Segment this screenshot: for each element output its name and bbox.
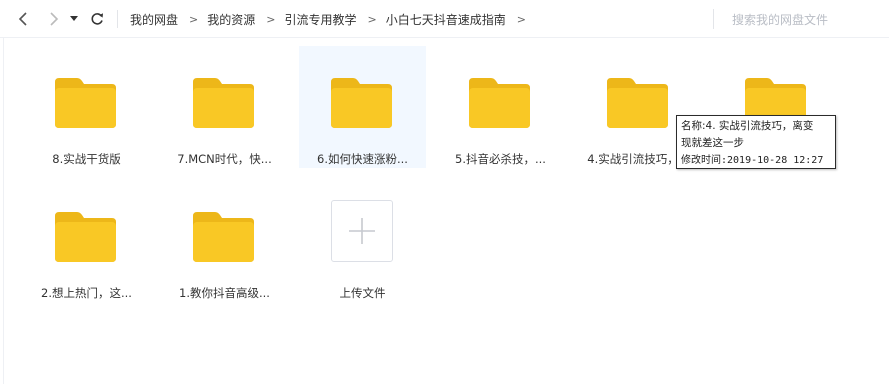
back-button[interactable]	[14, 9, 32, 29]
folder-label: 5.抖音必杀技，...	[455, 152, 546, 166]
folder-icon	[55, 212, 116, 262]
folder-item[interactable]: 7.MCN时代，快...	[161, 46, 288, 168]
breadcrumb-item-current-folder[interactable]: 小白七天抖音速成指南	[386, 11, 506, 28]
folder-item[interactable]: 2.想上热门，这...	[23, 180, 150, 302]
folder-icon	[55, 78, 116, 128]
folder-label: 1.教你抖音高级...	[179, 286, 270, 300]
folder-label: 8.实战干货版	[52, 152, 121, 166]
tooltip-modified-time: 修改时间:2019-10-28 12:27	[681, 155, 824, 166]
refresh-button[interactable]	[88, 9, 106, 29]
upload-label: 上传文件	[339, 286, 386, 300]
folder-label: 2.想上热门，这...	[41, 286, 132, 300]
chevron-right-icon	[50, 12, 59, 26]
folder-item[interactable]: 6.如何快速涨粉...	[299, 46, 426, 168]
upload-button[interactable]	[331, 200, 393, 262]
breadcrumb: 我的网盘 > 我的资源 > 引流专用教学 > 小白七天抖音速成指南 >	[130, 0, 535, 38]
tooltip-name: 名称:4. 实战引流技巧，离变	[681, 120, 814, 132]
chevron-left-icon	[18, 12, 27, 26]
file-info-tooltip: 名称:4. 实战引流技巧，离变 现就差这一步 修改时间:2019-10-28 1…	[676, 115, 836, 169]
breadcrumb-separator: >	[266, 12, 276, 26]
upload-file-tile[interactable]: 上传文件	[299, 180, 426, 302]
search-box	[713, 9, 883, 30]
caret-down-icon	[70, 16, 78, 21]
forward-button[interactable]	[45, 9, 63, 29]
file-grid: 8.实战干货版 7.MCN时代，快... 6.如何快速涨粉... 5.抖音必杀技…	[0, 38, 889, 384]
folder-label: 7.MCN时代，快...	[177, 152, 272, 166]
folder-icon	[193, 78, 254, 128]
breadcrumb-item-traffic-tutorial[interactable]: 引流专用教学	[284, 11, 356, 28]
breadcrumb-item-my-disk[interactable]: 我的网盘	[130, 11, 178, 28]
toolbar: 我的网盘 > 我的资源 > 引流专用教学 > 小白七天抖音速成指南 >	[0, 0, 889, 38]
plus-icon	[349, 218, 375, 244]
folder-icon	[469, 78, 530, 128]
folder-icon	[331, 78, 392, 128]
folder-item[interactable]: 1.教你抖音高级...	[161, 180, 288, 302]
refresh-icon	[91, 13, 103, 25]
tooltip-name-continued: 现就差这一步	[681, 137, 744, 149]
file-browser-window: 我的网盘 > 我的资源 > 引流专用教学 > 小白七天抖音速成指南 > 8.实战…	[0, 0, 889, 384]
history-dropdown-button[interactable]	[68, 9, 80, 29]
breadcrumb-separator: >	[516, 12, 526, 26]
breadcrumb-separator: >	[189, 12, 199, 26]
folder-item[interactable]: 8.实战干货版	[23, 46, 150, 168]
folder-label: 6.如何快速涨粉...	[317, 152, 408, 166]
search-input[interactable]	[714, 10, 882, 30]
folder-icon	[607, 78, 668, 128]
breadcrumb-separator: >	[367, 12, 377, 26]
folder-icon	[193, 212, 254, 262]
breadcrumb-item-my-resources[interactable]: 我的资源	[207, 11, 255, 28]
toolbar-divider	[117, 10, 118, 28]
folder-item[interactable]: 5.抖音必杀技，...	[437, 46, 564, 168]
